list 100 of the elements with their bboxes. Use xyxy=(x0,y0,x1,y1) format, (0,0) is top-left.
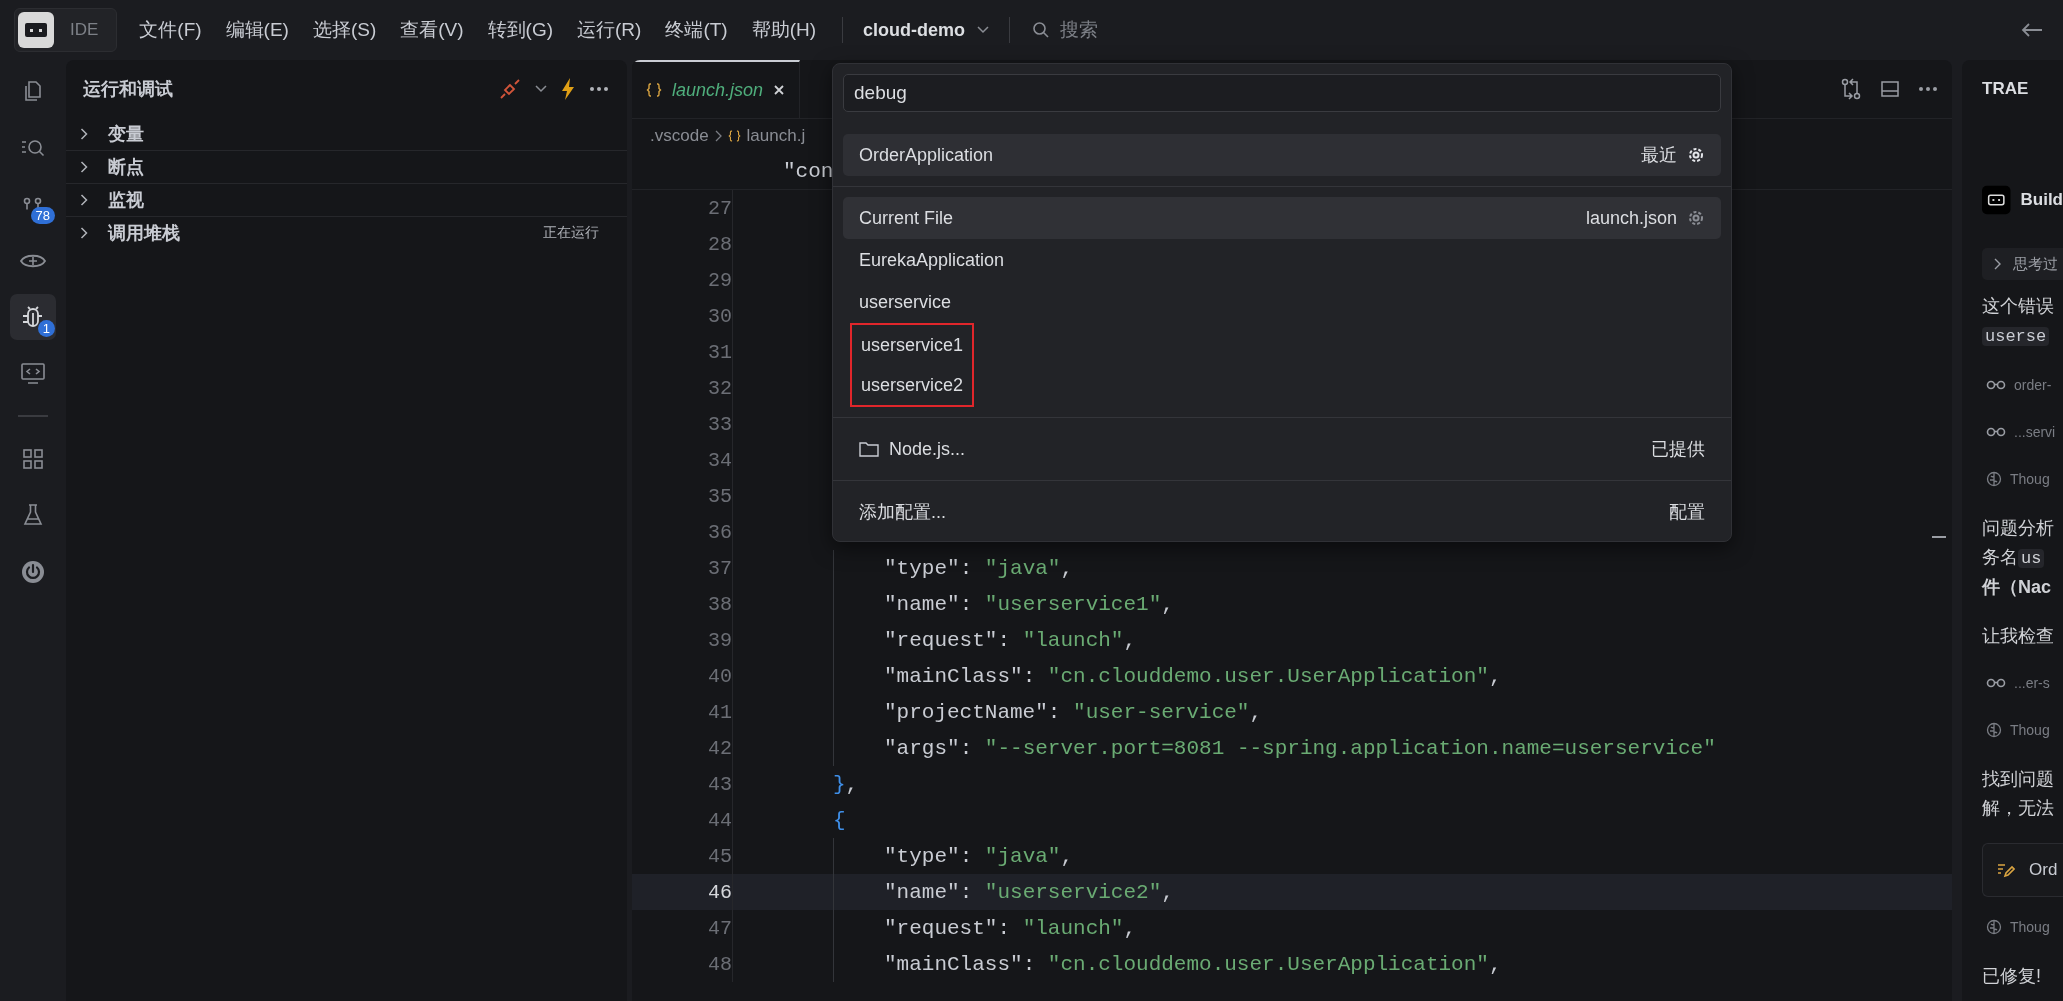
inline-code: userse xyxy=(1982,327,2050,346)
message-text: 务名 us xyxy=(1982,543,2063,573)
quick-pick-item[interactable]: Current File launch.json xyxy=(843,197,1721,239)
chevron-icon xyxy=(80,161,88,173)
line-number: 48 xyxy=(707,952,732,976)
line-number: 31 xyxy=(707,340,732,364)
menu-item[interactable]: 终端(T) xyxy=(655,13,738,47)
menu-item[interactable]: 查看(V) xyxy=(390,13,474,47)
section-title: 监视 xyxy=(108,189,145,212)
search-field[interactable]: 搜索 xyxy=(1058,18,1263,42)
menu-item[interactable]: 文件(F) xyxy=(129,13,212,47)
gear-icon[interactable] xyxy=(1687,146,1705,164)
menu-item[interactable]: 选择(S) xyxy=(302,13,387,47)
chevron-icon xyxy=(1994,258,2001,270)
panel-layout-icon[interactable] xyxy=(1880,80,1900,98)
quick-pick-item[interactable]: userservice xyxy=(843,281,1721,323)
breadcrumb-item[interactable]: launch.j xyxy=(746,126,806,146)
collapsible-section[interactable]: 断点 xyxy=(66,151,627,184)
brain-icon xyxy=(1986,918,2002,935)
brain-icon xyxy=(1986,470,2002,487)
quick-pick-item[interactable]: Node.js... 已提供 xyxy=(843,428,1721,470)
code-line: "type": "java", xyxy=(884,844,1074,868)
back-arrow-icon[interactable] xyxy=(2021,22,2043,38)
agent-avatar-icon xyxy=(1982,185,2011,215)
plug-icon[interactable] xyxy=(499,78,521,100)
line-number: 29 xyxy=(707,268,732,292)
more-icon[interactable] xyxy=(589,86,609,92)
message-text: 已修复! xyxy=(1982,965,2042,988)
close-icon[interactable] xyxy=(773,84,786,96)
app-logo[interactable]: IDE xyxy=(14,8,118,52)
message-text: 件（Nac xyxy=(1982,576,2053,599)
line-number: 41 xyxy=(707,700,732,724)
glasses-icon xyxy=(1986,426,2006,437)
line-number: 42 xyxy=(707,736,732,760)
line-number: 43 xyxy=(707,772,732,796)
breadcrumb-item[interactable]: .vscode xyxy=(650,126,709,146)
code-line: "type": "java", xyxy=(884,556,1074,580)
status-text: 正在运行 xyxy=(543,224,599,242)
thought-step[interactable]: Thoug xyxy=(2010,918,2050,935)
logo-icon xyxy=(18,12,54,48)
sticky-code-line: "con xyxy=(783,159,834,183)
code-line: "request": "launch", xyxy=(884,628,1137,652)
file-card[interactable]: Ord xyxy=(1982,843,2063,897)
message-text: 找到问题 xyxy=(1982,768,2055,791)
flask-icon xyxy=(22,503,44,527)
message-text: 这个错误 xyxy=(1982,295,2055,318)
chevron-icon xyxy=(714,130,722,142)
line-number: 46 xyxy=(707,880,732,904)
menu-item[interactable]: 转到(G) xyxy=(477,13,564,47)
search-icon xyxy=(1032,21,1051,39)
line-number: 47 xyxy=(707,916,732,940)
menu-item[interactable]: 帮助(H) xyxy=(741,13,827,47)
activity-bar-item[interactable]: 78 xyxy=(10,181,56,227)
message-text: 问题分析 xyxy=(1982,517,2055,540)
quick-pick-input[interactable]: debug xyxy=(843,74,1721,112)
line-number: 36 xyxy=(707,520,732,544)
folder-icon xyxy=(859,441,879,457)
quick-pick-item[interactable]: 添加配置... 配置 xyxy=(843,491,1721,533)
editor-tab[interactable]: launch.json xyxy=(632,60,801,118)
tool-step[interactable]: order- xyxy=(2014,376,2052,393)
line-number: 38 xyxy=(707,592,732,616)
thinking-toggle[interactable]: 思考过 xyxy=(1982,248,2063,280)
message-text: 解，无法 xyxy=(1982,797,2055,820)
quick-pick-item[interactable]: userservice2 xyxy=(852,365,973,405)
quick-pick-item[interactable]: OrderApplication 最近 xyxy=(843,134,1721,176)
compare-icon[interactable] xyxy=(1840,78,1862,100)
thought-step[interactable]: Thoug xyxy=(2010,470,2050,487)
code-line: "mainClass": "cn.clouddemo.user.UserApplication", xyxy=(884,664,1502,688)
tab-label: launch.json xyxy=(672,79,764,101)
code-line: "mainClass": "cn.clouddemo.user.UserApplication", xyxy=(884,952,1502,976)
collapsible-section[interactable]: 变量 xyxy=(66,118,627,151)
thought-step[interactable]: Thoug xyxy=(2010,721,2050,738)
menu-item[interactable]: 编辑(E) xyxy=(215,13,299,47)
more-icon[interactable] xyxy=(1918,86,1938,92)
menu-item[interactable]: 运行(R) xyxy=(567,13,652,47)
tool-step[interactable]: ...servi xyxy=(2014,423,2056,440)
section-title: 断点 xyxy=(108,156,145,179)
quick-pick-item[interactable]: EurekaApplication xyxy=(843,239,1721,281)
code-line: "projectName": "user-service", xyxy=(884,700,1263,724)
braces-icon xyxy=(727,130,741,142)
edit-icon xyxy=(1997,862,2015,878)
code-line: "name": "userservice1", xyxy=(884,592,1174,616)
extensions-icon xyxy=(21,446,45,471)
chevron-down-icon xyxy=(977,26,990,34)
activity-bar-item[interactable]: 1 xyxy=(10,294,56,340)
lightning-icon[interactable] xyxy=(561,78,575,100)
project-switcher[interactable]: cloud-demo xyxy=(859,15,994,45)
collapsible-section[interactable]: 调用堆栈 正在运行 xyxy=(66,217,627,249)
code-line: "args": "--server.port=8081 --spring.application.name=userservice" xyxy=(884,736,1716,760)
tool-step[interactable]: ...er-s xyxy=(2014,674,2050,691)
line-number: 35 xyxy=(707,484,732,508)
count-badge: 1 xyxy=(37,320,55,337)
chevron-down-icon[interactable] xyxy=(535,85,547,93)
collapsible-section[interactable]: 监视 xyxy=(66,184,627,217)
section-title: 变量 xyxy=(108,123,145,146)
glasses-icon xyxy=(1986,677,2006,688)
panel-title: TRAE xyxy=(1982,78,2030,100)
quick-pick-item[interactable]: userservice1 xyxy=(852,325,973,365)
line-number: 39 xyxy=(707,628,732,652)
code-line: { xyxy=(833,808,846,832)
